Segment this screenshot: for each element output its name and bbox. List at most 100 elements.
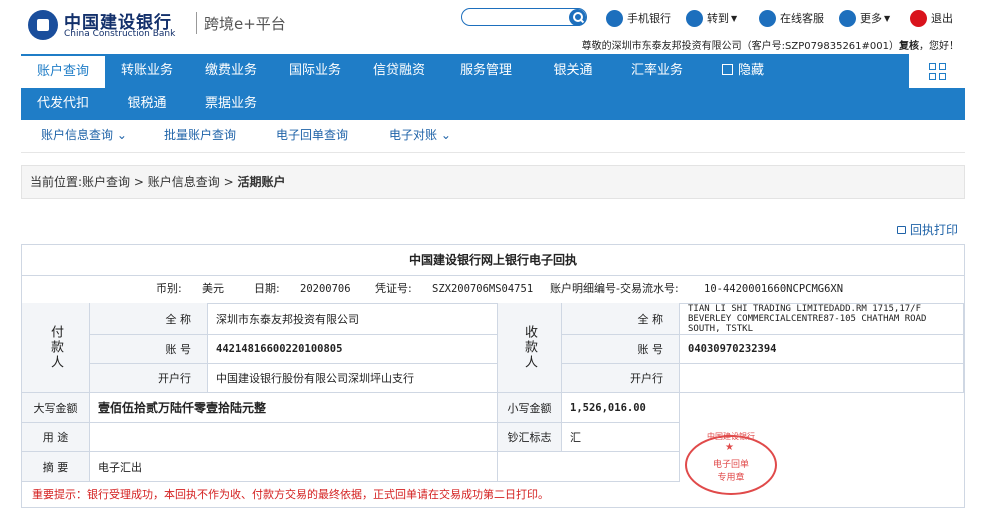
cash-flag-label: 钞汇标志: [498, 423, 562, 452]
payer-name: 深圳市东泰友邦投资有限公司: [208, 303, 498, 335]
user-icon: [759, 9, 776, 27]
caret-down-icon: ▼: [731, 13, 738, 23]
stamp-line2: 专用章: [717, 473, 745, 483]
payer-bank: 中国建设银行股份有限公司深圳坪山支行: [208, 364, 498, 393]
voucher-label: 凭证号:: [375, 282, 412, 295]
main-nav-row2: 代发代扣 银税通 票据业务: [21, 88, 965, 120]
goto-label: 转到: [707, 12, 729, 25]
payee-name-label: 全 称: [562, 303, 680, 335]
nav-payroll[interactable]: 代发代扣: [21, 88, 105, 120]
nav-fx-rate[interactable]: 汇率业务: [615, 54, 699, 88]
chevron-down-icon: ⌄: [116, 128, 127, 142]
cash-flag-value: 汇: [562, 423, 680, 452]
collapse-icon: [721, 64, 733, 75]
printer-icon: [897, 225, 906, 234]
caret-down-icon: ▼: [884, 13, 891, 23]
welcome-prefix: 尊敬的深圳市东泰友邦投资有限公司（客户号:SZP079835261#001）: [581, 41, 899, 52]
date-value: 20200706: [300, 283, 351, 295]
mobile-banking-label: 手机银行: [627, 12, 671, 25]
subnav-batch-query[interactable]: 批量账户查询: [164, 120, 236, 150]
purpose-value: [90, 423, 498, 452]
menu-icon: [839, 9, 856, 27]
nav-credit[interactable]: 信贷融资: [357, 54, 441, 88]
more-dropdown[interactable]: 更多 ▼: [839, 9, 890, 27]
welcome-name: 复核: [899, 41, 919, 52]
breadcrumb: 当前位置:账户查询 > 账户信息查询 > 活期账户: [21, 165, 965, 199]
payer-account-label: 账 号: [90, 335, 208, 364]
breadcrumb-path1[interactable]: 账户查询: [82, 175, 130, 189]
grid-menu-icon[interactable]: [909, 54, 965, 88]
important-notice: 重要提示：银行受理成功，本回执不作为收、付款方交易的最终依据，正式回单请在交易成…: [32, 488, 549, 501]
payee-bank: [680, 364, 964, 393]
nav-service[interactable]: 服务管理: [441, 54, 531, 88]
receipt-title: 中国建设银行网上银行电子回执: [22, 245, 964, 276]
amount-cn-label: 大写金额: [22, 393, 90, 423]
nav-tax[interactable]: 银税通: [105, 88, 189, 120]
breadcrumb-prefix: 当前位置:: [30, 175, 83, 189]
currency-label: 币别:: [156, 282, 182, 295]
voucher-value: SZX200706MS04751: [432, 283, 534, 295]
bank-name-en: China Construction Bank: [64, 29, 176, 39]
more-label: 更多: [860, 12, 882, 25]
payer-name-label: 全 称: [90, 303, 208, 335]
payee-side-label: 收款人: [498, 303, 562, 393]
receipt-meta: 币别: 美元 日期: 20200706 凭证号: SZX200706MS0475…: [22, 275, 964, 304]
memo-label: 摘 要: [22, 452, 90, 482]
mobile-icon: [606, 9, 623, 27]
purpose-label: 用 途: [22, 423, 90, 452]
logo-divider: [196, 12, 197, 34]
logout-button[interactable]: 退出: [910, 9, 953, 27]
chevron-down-icon: ⌄: [440, 128, 451, 142]
receipt-seal-stamp: 中国建设银行 ★ 电子回单 专用章: [685, 432, 777, 495]
welcome-message: 尊敬的深圳市东泰友邦投资有限公司（客户号:SZP079835261#001）复核…: [582, 37, 959, 52]
payer-account: 44214816600220100805: [208, 335, 498, 364]
breadcrumb-current: 活期账户: [237, 175, 286, 189]
online-service-label: 在线客服: [780, 12, 824, 25]
nav-transfer[interactable]: 转账业务: [105, 54, 189, 88]
nav-international[interactable]: 国际业务: [273, 54, 357, 88]
receipt-table: 中国建设银行网上银行电子回执 币别: 美元 日期: 20200706 凭证号: …: [21, 244, 965, 508]
memo-empty-cell: [498, 452, 680, 482]
breadcrumb-path2[interactable]: 账户信息查询: [148, 175, 220, 189]
print-receipt-link[interactable]: 回执打印: [897, 221, 958, 238]
stamp-line1: 电子回单: [712, 460, 749, 470]
platform-name: 跨境e+平台: [204, 15, 286, 33]
star-icon: ★: [725, 442, 734, 453]
nav-customs[interactable]: 银关通: [531, 54, 615, 88]
mobile-banking-link[interactable]: 手机银行: [606, 9, 671, 27]
detail-value: 10-4420001660NCPCMG6XN: [704, 283, 844, 295]
nav-account-query[interactable]: 账户查询: [21, 54, 105, 88]
main-nav: 账户查询 转账业务 缴费业务 国际业务 信贷融资 服务管理 银关通 汇率业务 隐…: [21, 54, 965, 88]
top-bar: 中国建设银行 China Construction Bank 跨境e+平台 手机…: [0, 0, 989, 54]
amount-cn: 壹佰伍拾贰万陆仟零壹拾陆元整: [90, 393, 498, 423]
online-service-link[interactable]: 在线客服: [759, 9, 824, 27]
subnav-reconciliation-label: 电子对账: [389, 128, 438, 142]
currency-value: 美元: [202, 282, 224, 295]
goto-dropdown[interactable]: 转到 ▼: [686, 9, 737, 27]
nav-payment[interactable]: 缴费业务: [189, 54, 273, 88]
date-label: 日期:: [254, 282, 280, 295]
amount-num: 1,526,016.00: [562, 393, 680, 423]
subnav-account-info-label: 账户信息查询: [41, 128, 114, 142]
bank-logo-icon: [28, 10, 58, 40]
amount-num-label: 小写金额: [498, 393, 562, 423]
payee-name: TIAN LI SHI TRADING LIMITEDADD.RM 1715,1…: [680, 303, 964, 335]
subnav-e-receipt[interactable]: 电子回单查询: [276, 120, 348, 150]
print-label: 回执打印: [910, 223, 959, 237]
nav-bill[interactable]: 票据业务: [189, 88, 273, 120]
memo-value: 电子汇出: [90, 452, 498, 482]
payer-bank-label: 开户行: [90, 364, 208, 393]
subnav-account-info[interactable]: 账户信息查询 ⌄: [41, 120, 127, 150]
search-icon[interactable]: [569, 9, 586, 26]
payee-account: 04030970232394: [680, 335, 964, 364]
welcome-suffix: ，您好！: [919, 41, 959, 52]
power-icon: [910, 9, 927, 27]
payer-side-label: 付款人: [22, 303, 90, 393]
nav-hide[interactable]: 隐藏: [701, 54, 785, 88]
payee-bank-label: 开户行: [562, 364, 680, 393]
nav-hide-label: 隐藏: [737, 63, 764, 78]
arrow-right-icon: [686, 9, 703, 27]
logout-label: 退出: [931, 12, 953, 25]
detail-label: 账户明细编号-交易流水号:: [550, 282, 679, 295]
subnav-reconciliation[interactable]: 电子对账 ⌄: [389, 120, 451, 150]
